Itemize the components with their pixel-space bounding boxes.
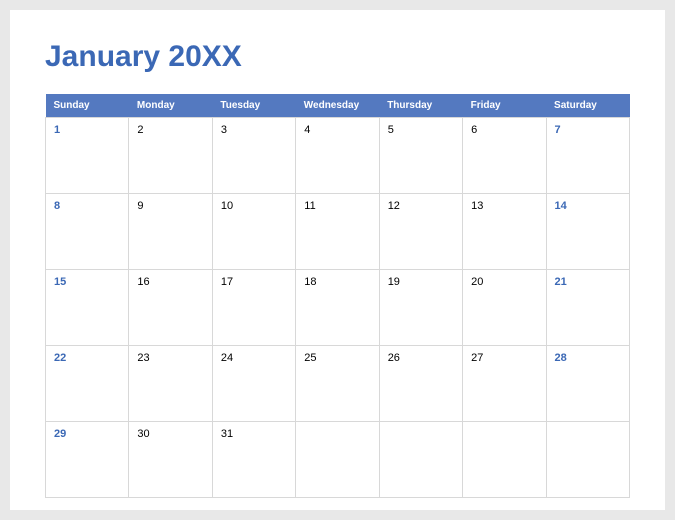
day-cell: 27 [463, 346, 546, 422]
week-row: 15 16 17 18 19 20 21 [46, 270, 630, 346]
day-cell: 10 [212, 194, 295, 270]
header-wednesday: Wednesday [296, 94, 379, 118]
day-cell: 4 [296, 118, 379, 194]
week-row: 1 2 3 4 5 6 7 [46, 118, 630, 194]
day-cell: 2 [129, 118, 212, 194]
day-cell: 28 [546, 346, 629, 422]
day-cell: 17 [212, 270, 295, 346]
day-cell: 20 [463, 270, 546, 346]
day-cell [379, 422, 462, 498]
calendar-page: January 20XX Sunday Monday Tuesday Wedne… [10, 10, 665, 510]
day-cell: 14 [546, 194, 629, 270]
day-cell: 1 [46, 118, 129, 194]
day-cell: 13 [463, 194, 546, 270]
day-cell: 22 [46, 346, 129, 422]
header-row: Sunday Monday Tuesday Wednesday Thursday… [46, 94, 630, 118]
week-row: 8 9 10 11 12 13 14 [46, 194, 630, 270]
day-cell: 16 [129, 270, 212, 346]
calendar-body: 1 2 3 4 5 6 7 8 9 10 11 12 13 14 15 16 1… [46, 118, 630, 498]
day-cell: 31 [212, 422, 295, 498]
day-cell: 29 [46, 422, 129, 498]
header-thursday: Thursday [379, 94, 462, 118]
day-cell: 19 [379, 270, 462, 346]
day-cell: 8 [46, 194, 129, 270]
week-row: 29 30 31 [46, 422, 630, 498]
day-cell: 7 [546, 118, 629, 194]
day-cell: 26 [379, 346, 462, 422]
day-cell: 3 [212, 118, 295, 194]
day-cell [546, 422, 629, 498]
week-row: 22 23 24 25 26 27 28 [46, 346, 630, 422]
day-cell: 23 [129, 346, 212, 422]
day-cell: 9 [129, 194, 212, 270]
header-tuesday: Tuesday [212, 94, 295, 118]
day-cell: 25 [296, 346, 379, 422]
header-monday: Monday [129, 94, 212, 118]
header-saturday: Saturday [546, 94, 629, 118]
day-cell: 18 [296, 270, 379, 346]
day-cell: 11 [296, 194, 379, 270]
page-title: January 20XX [45, 40, 630, 74]
header-sunday: Sunday [46, 94, 129, 118]
day-cell: 21 [546, 270, 629, 346]
day-cell: 6 [463, 118, 546, 194]
day-cell: 12 [379, 194, 462, 270]
day-cell [296, 422, 379, 498]
day-cell: 5 [379, 118, 462, 194]
day-cell [463, 422, 546, 498]
day-cell: 24 [212, 346, 295, 422]
day-cell: 30 [129, 422, 212, 498]
header-friday: Friday [463, 94, 546, 118]
day-cell: 15 [46, 270, 129, 346]
calendar-table: Sunday Monday Tuesday Wednesday Thursday… [45, 94, 630, 498]
